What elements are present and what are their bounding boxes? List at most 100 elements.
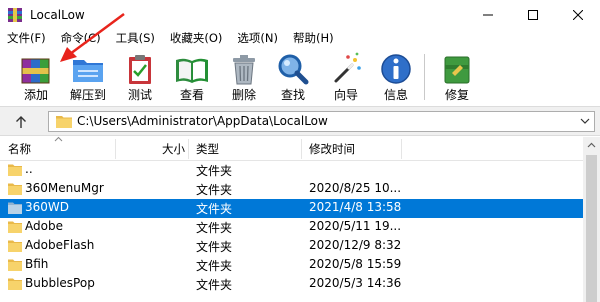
menu-bar: 文件(F) 命令(C) 工具(S) 收藏夹(O) 选项(N) 帮助(H)	[0, 30, 600, 48]
file-modified: 2020/5/3 14:36	[309, 276, 402, 290]
file-modified: 2020/5/8 15:59	[309, 257, 402, 271]
file-modified: 2020/12/9 8:32	[309, 238, 402, 252]
file-name: BubblesPop	[25, 276, 95, 290]
file-type: 文件夹	[196, 259, 233, 273]
table-row[interactable]: 360WD 文件夹 2021/4/8 13:58	[0, 199, 583, 218]
maximize-button[interactable]	[510, 0, 555, 30]
menu-options[interactable]: 选项(N)	[230, 30, 278, 48]
sort-ascending-icon	[54, 136, 63, 142]
folder-icon	[8, 164, 22, 176]
address-row: C:\Users\Administrator\AppData\LocalLow	[0, 106, 600, 136]
minimize-icon	[482, 14, 493, 16]
extract-to-label: 解压到	[69, 88, 106, 102]
column-name[interactable]: 名称	[8, 137, 31, 161]
test-label: 测试	[127, 88, 152, 102]
column-divider[interactable]	[115, 139, 116, 159]
folder-icon	[56, 116, 72, 128]
repair-button[interactable]: 修复	[431, 48, 483, 106]
chevron-down-icon[interactable]	[580, 116, 590, 126]
menu-tools[interactable]: 工具(S)	[109, 30, 155, 48]
file-rows: .. 文件夹 360MenuMgr 文件夹 2020/8/25 10... 360WD 文件…	[0, 161, 583, 294]
file-modified: 2021/4/8 13:58	[309, 200, 402, 214]
find-label: 查找	[280, 88, 305, 102]
toolbar-separator	[424, 54, 425, 100]
file-name: ..	[25, 162, 33, 176]
table-row[interactable]: Adobe 文件夹 2020/5/11 19...	[0, 218, 583, 237]
file-modified: 2020/8/25 10...	[309, 181, 402, 195]
column-divider[interactable]	[188, 139, 189, 159]
minimize-button[interactable]	[465, 0, 510, 30]
column-modified[interactable]: 修改时间	[309, 137, 355, 161]
folder-icon	[8, 278, 22, 290]
address-bar[interactable]: C:\Users\Administrator\AppData\LocalLow	[48, 111, 595, 132]
window-title: LocalLow	[30, 8, 85, 22]
table-row[interactable]: BubblesPop 文件夹 2020/5/3 14:36	[0, 275, 583, 294]
extract-folder-icon	[73, 60, 103, 82]
delete-trash-icon	[233, 55, 255, 85]
file-name: Adobe	[25, 219, 63, 233]
file-type: 文件夹	[196, 221, 233, 235]
file-name: 360WD	[25, 200, 70, 214]
view-button[interactable]: 查看	[166, 48, 218, 106]
winrar-app-icon	[8, 8, 22, 22]
folder-icon	[8, 202, 22, 214]
folder-icon	[8, 221, 22, 233]
add-archive-icon	[21, 58, 50, 84]
file-type: 文件夹	[196, 278, 233, 292]
column-type[interactable]: 类型	[196, 137, 219, 161]
column-divider[interactable]	[301, 139, 302, 159]
file-name: AdobeFlash	[25, 238, 95, 252]
menu-help[interactable]: 帮助(H)	[286, 30, 334, 48]
close-icon	[572, 10, 583, 20]
find-button[interactable]: 查找	[267, 48, 319, 106]
table-row[interactable]: AdobeFlash 文件夹 2020/12/9 8:32	[0, 237, 583, 256]
column-size[interactable]: 大小	[162, 137, 185, 161]
wizard-button[interactable]: 向导	[320, 48, 372, 106]
add-label: 添加	[23, 88, 48, 102]
scroll-up-icon[interactable]	[587, 142, 596, 148]
delete-button[interactable]: 删除	[218, 48, 270, 106]
table-row[interactable]: .. 文件夹	[0, 161, 583, 180]
scrollbar-thumb[interactable]	[586, 155, 597, 302]
file-type: 文件夹	[196, 240, 233, 254]
close-button[interactable]	[555, 0, 600, 30]
folder-icon	[8, 240, 22, 252]
maximize-icon	[527, 10, 538, 20]
test-clipboard-icon	[129, 55, 151, 84]
info-label: 信息	[383, 88, 408, 102]
file-type: 文件夹	[196, 183, 233, 197]
view-label: 查看	[179, 88, 204, 102]
info-button[interactable]: 信息	[370, 48, 422, 106]
table-row[interactable]: 360MenuMgr 文件夹 2020/8/25 10...	[0, 180, 583, 199]
repair-kit-icon	[444, 56, 470, 84]
wizard-wand-icon	[334, 52, 361, 83]
table-row[interactable]: Bfih 文件夹 2020/5/8 15:59	[0, 256, 583, 275]
menu-favorites[interactable]: 收藏夹(O)	[163, 30, 223, 48]
delete-label: 删除	[231, 88, 256, 102]
file-modified: 2020/5/11 19...	[309, 219, 402, 233]
test-button[interactable]: 测试	[114, 48, 166, 106]
column-header-row: 名称 大小 类型 修改时间	[0, 136, 583, 161]
wizard-label: 向导	[333, 88, 358, 102]
extract-to-button[interactable]: 解压到	[62, 48, 114, 106]
find-magnifier-icon	[278, 54, 309, 85]
file-type: 文件夹	[196, 202, 233, 216]
file-name: Bfih	[25, 257, 49, 271]
title-bar: LocalLow	[0, 0, 600, 30]
view-book-icon	[176, 58, 208, 83]
repair-label: 修复	[444, 88, 469, 102]
add-button[interactable]: 添加	[10, 48, 62, 106]
arrow-up-icon	[16, 116, 26, 128]
menu-commands[interactable]: 命令(C)	[54, 30, 101, 48]
toolbar: 添加 解压到 测试 查看 删除 查找 向导 信息 修复	[0, 48, 600, 106]
column-divider[interactable]	[401, 139, 402, 159]
up-one-level-button[interactable]	[10, 113, 32, 131]
info-icon	[381, 54, 411, 84]
menu-file[interactable]: 文件(F)	[0, 30, 46, 48]
folder-icon	[8, 259, 22, 271]
file-type: 文件夹	[196, 164, 233, 178]
folder-icon	[8, 183, 22, 195]
vertical-scrollbar[interactable]	[583, 137, 600, 302]
address-path: C:\Users\Administrator\AppData\LocalLow	[77, 114, 328, 128]
file-list: 名称 大小 类型 修改时间 .. 文件夹 360MenuMgr 文件夹 2020/8/2…	[0, 136, 600, 302]
